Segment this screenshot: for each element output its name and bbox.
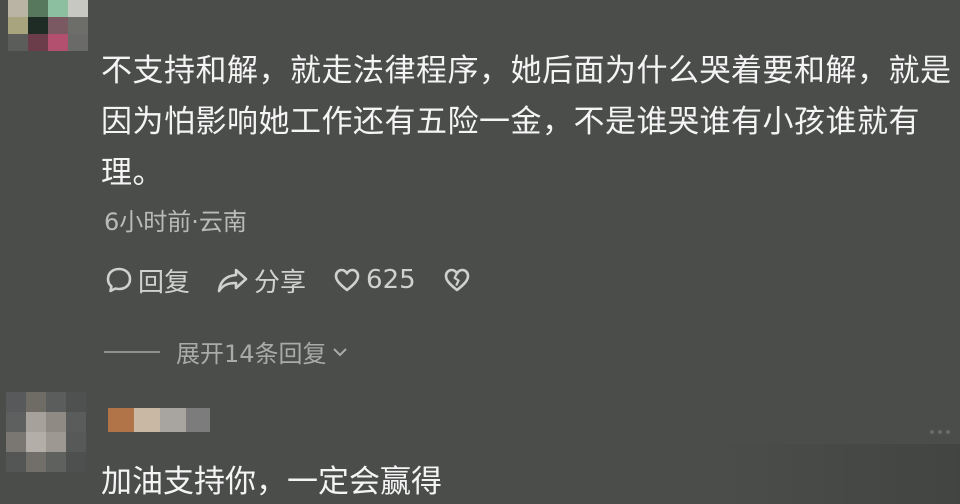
comment-actions: 回复 分享 625 [104,262,502,298]
broken-heart-icon [444,268,469,292]
chevron-down-icon [332,347,347,356]
like-count: 625 [366,265,416,295]
more-options-icon[interactable] [926,430,950,434]
overlay-shade [720,444,960,504]
share-label: 分享 [254,267,307,298]
avatar[interactable] [8,0,88,52]
dislike-button[interactable] [442,265,476,295]
avatar[interactable] [6,392,86,472]
share-arrow-icon [217,268,248,293]
comment-text: 不支持和解，就走法律程序，她后面为什么哭着要和解，就是因为怕影响她工作还有五险一… [101,53,952,191]
reply-label: 回复 [138,267,191,298]
share-button[interactable]: 分享 [216,262,306,299]
like-button[interactable]: 625 [332,265,416,295]
comment-bubble-icon [106,267,132,293]
comment-text: 加油支持你，一定会赢得 [101,464,442,500]
heart-icon [334,268,360,292]
reply-button[interactable]: 回复 [104,262,190,299]
divider [104,350,160,353]
comment-meta: 6小时前·云南 [104,208,247,236]
expand-replies-label: 展开14条回复 [176,340,327,368]
expand-replies-button[interactable]: 展开14条回复 [104,334,349,369]
username-blurred [108,408,210,432]
